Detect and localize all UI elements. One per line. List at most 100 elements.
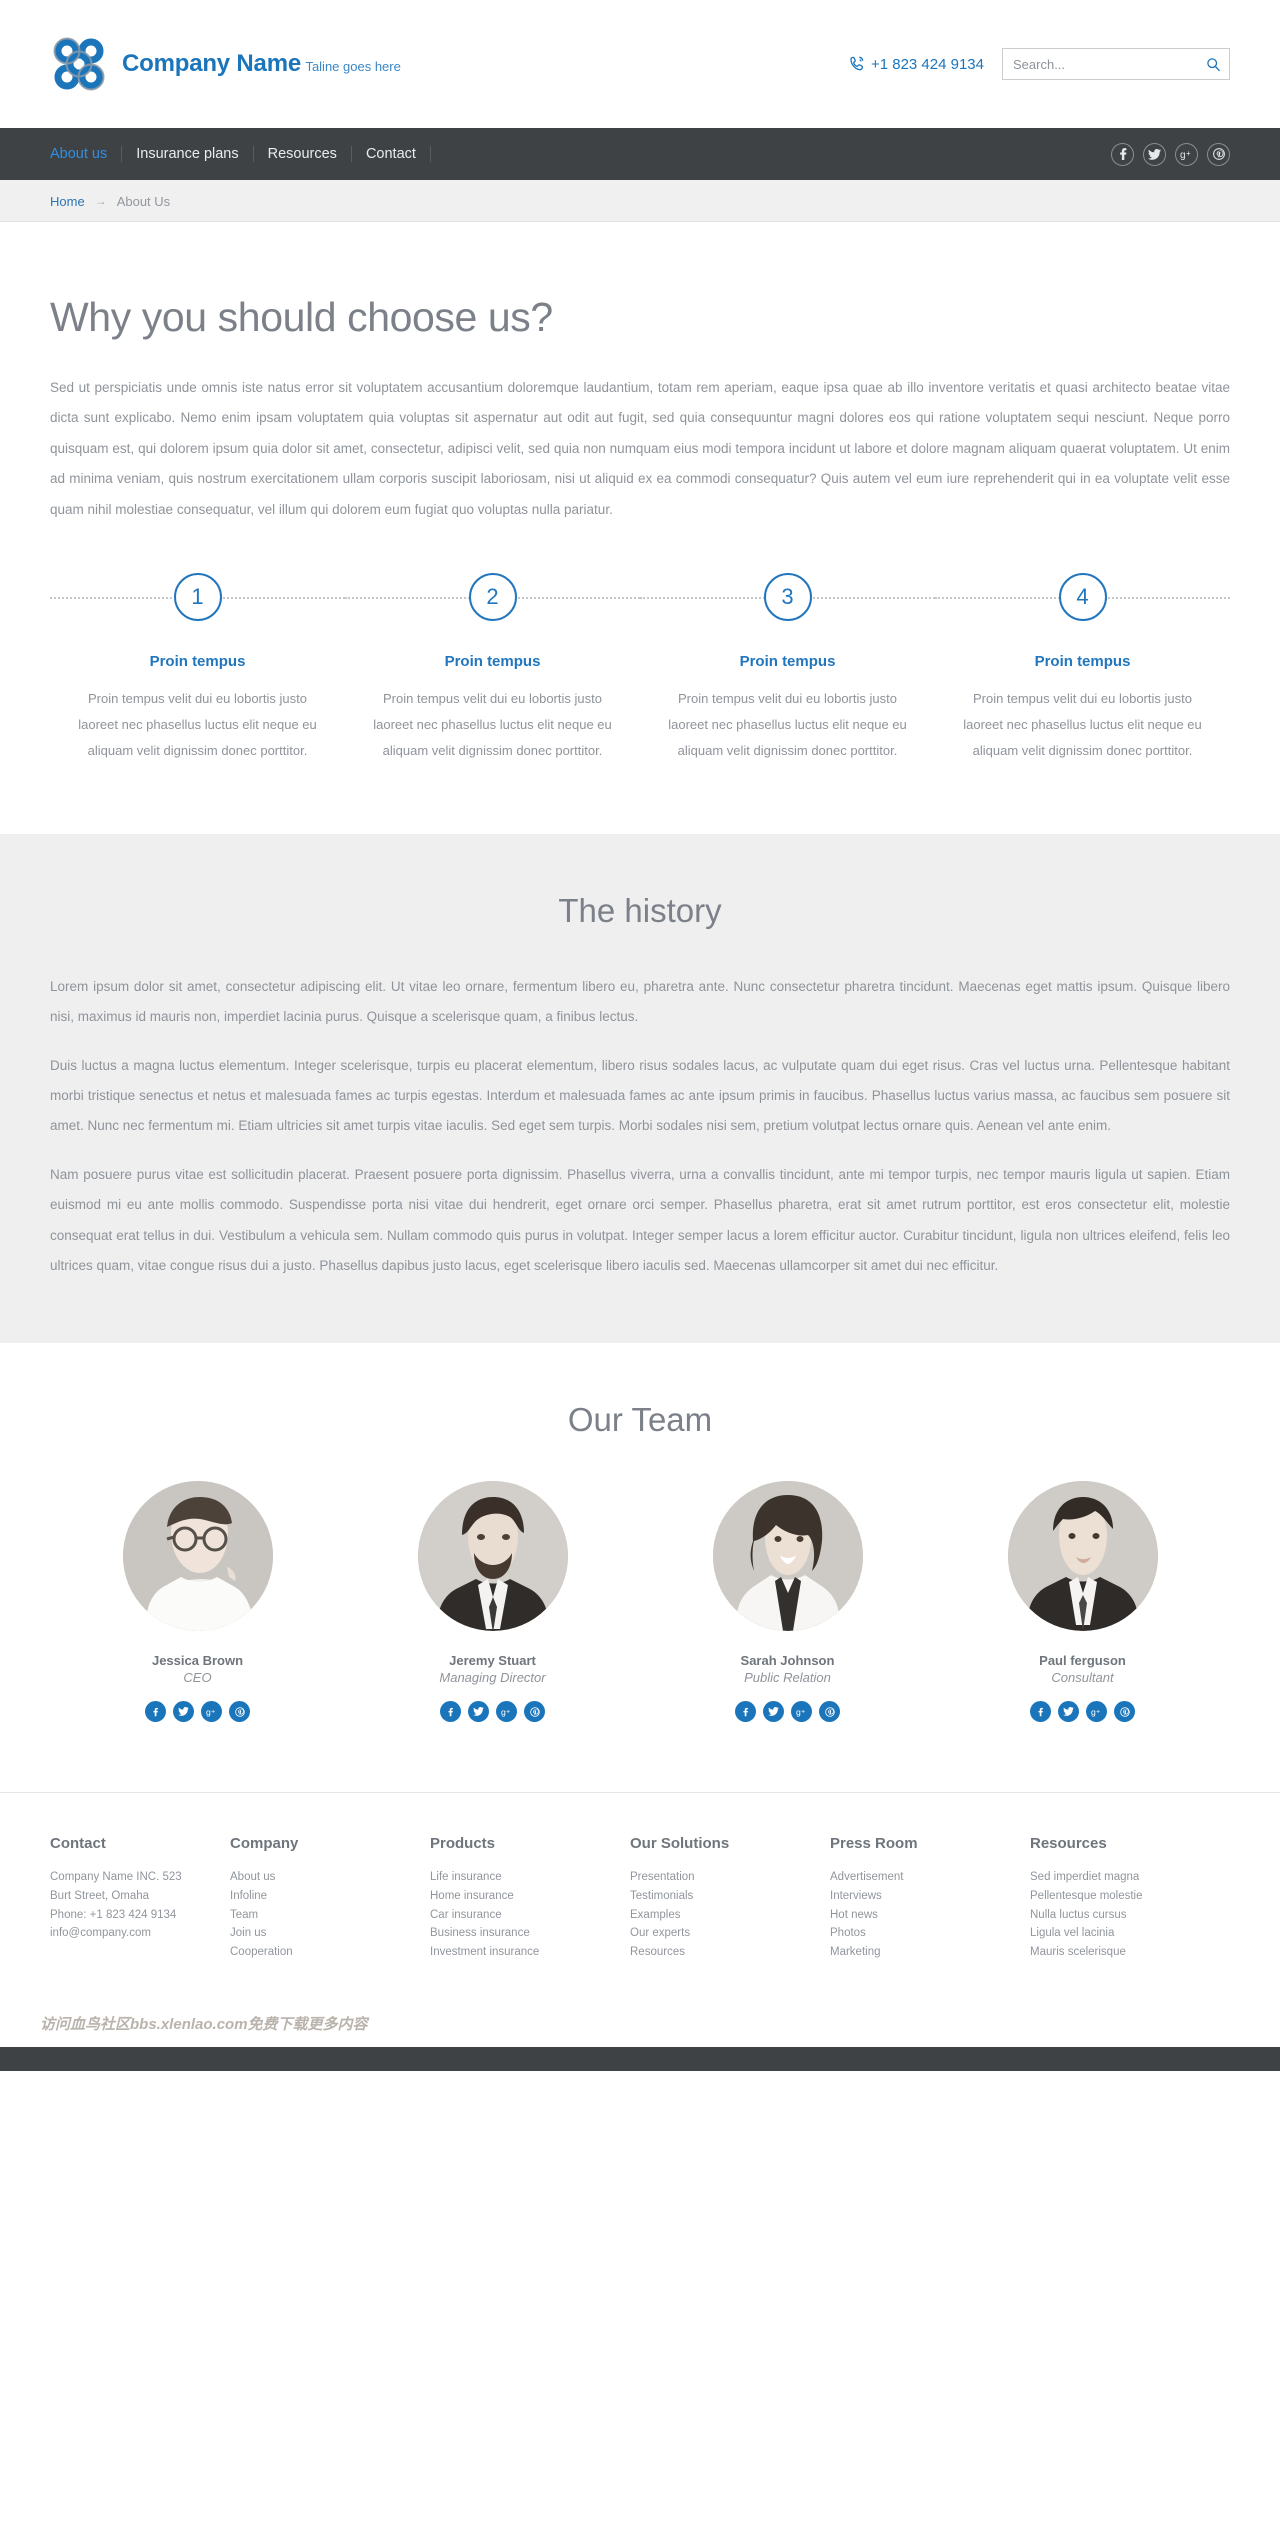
footer-link[interactable]: Marketing — [830, 1943, 1016, 1962]
step-text: Proin tempus velit dui eu lobortis justo… — [668, 690, 907, 758]
step-number-badge: 1 — [173, 572, 222, 621]
footer-heading: Products — [430, 1835, 496, 1853]
footer-link[interactable]: Pellentesque molestie — [1030, 1887, 1216, 1906]
footer-link[interactable]: Infoline — [230, 1887, 416, 1906]
search-input[interactable] — [1013, 56, 1200, 72]
svg-text:+: + — [506, 1708, 510, 1715]
nav-item-resources[interactable]: Resources — [254, 146, 352, 162]
footer-link[interactable]: Life insurance — [430, 1868, 616, 1887]
brand-logo[interactable]: Company Name Taline goes here — [50, 35, 401, 93]
nav-links: About us Insurance plans Resources Conta… — [50, 146, 431, 162]
footer-column-our-solutions: Our Solutions Presentation Testimonials … — [630, 1835, 830, 1961]
footer-heading: Resources — [1030, 1835, 1107, 1853]
brand-tagline: Taline goes here — [305, 59, 401, 75]
step-number-badge: 3 — [763, 572, 812, 621]
footer-link[interactable]: Mauris scelerisque — [1030, 1943, 1216, 1962]
footer-email[interactable]: info@company.com — [50, 1924, 216, 1943]
facebook-icon[interactable] — [145, 1701, 166, 1723]
facebook-icon[interactable] — [735, 1701, 756, 1723]
our-team-section: Our Team Jessica Brown CEO g + Jeremy St… — [0, 1343, 1280, 1793]
svg-text:g: g — [206, 1707, 211, 1717]
googleplus-icon[interactable]: g + — [201, 1701, 222, 1723]
footer-text: Phone: +1 823 424 9134 — [50, 1908, 177, 1921]
site-header: Company Name Taline goes here +1 823 424… — [0, 0, 1280, 128]
svg-text:g: g — [501, 1707, 506, 1717]
avatar — [122, 1481, 273, 1632]
footer-heading: Contact — [50, 1835, 106, 1853]
step-item: 2 Proin tempus Proin tempus velit dui eu… — [345, 569, 640, 764]
phone-number: +1 823 424 9134 — [870, 55, 984, 73]
footer-link[interactable]: Team — [230, 1906, 416, 1925]
footer-link[interactable]: Nulla luctus cursus — [1030, 1906, 1216, 1925]
svg-text:+: + — [801, 1708, 805, 1715]
footer-link[interactable]: About us — [230, 1868, 416, 1887]
footer-link[interactable]: Interviews — [830, 1887, 1016, 1906]
breadcrumb-home[interactable]: Home — [50, 194, 85, 209]
history-paragraph: Duis luctus a magna luctus elementum. In… — [50, 1057, 1230, 1134]
footer-link[interactable]: Resources — [630, 1943, 816, 1962]
member-role: CEO — [183, 1670, 212, 1686]
footer-link[interactable]: Sed imperdiet magna — [1030, 1868, 1216, 1887]
pinterest-icon[interactable] — [1114, 1701, 1135, 1723]
facebook-icon[interactable] — [440, 1701, 461, 1723]
search-button[interactable] — [1206, 57, 1221, 72]
team-title: Our Team — [567, 1401, 713, 1439]
footer-column-company: Company About us Infoline Team Join us C… — [230, 1835, 430, 1961]
member-name: Paul ferguson — [1039, 1653, 1126, 1669]
nav-social-links: g + — [1111, 142, 1230, 166]
nav-item-about-us[interactable]: About us — [50, 146, 123, 162]
breadcrumb-current: About Us — [116, 193, 171, 209]
step-item: 1 Proin tempus Proin tempus velit dui eu… — [50, 569, 345, 764]
pinterest-icon[interactable] — [819, 1701, 840, 1723]
pinterest-icon[interactable] — [1207, 142, 1230, 166]
footer-link[interactable]: Hot news — [830, 1906, 1016, 1925]
googleplus-icon[interactable]: g + — [496, 1701, 517, 1723]
footer-column-products: Products Life insurance Home insurance C… — [430, 1835, 630, 1961]
member-social-links: g + — [640, 1701, 935, 1723]
team-member: Paul ferguson Consultant g + — [935, 1481, 1230, 1723]
footer-link[interactable]: Investment insurance — [430, 1943, 616, 1962]
history-title: The history — [558, 891, 722, 929]
member-social-links: g + — [50, 1701, 345, 1723]
footer-link[interactable]: Advertisement — [830, 1868, 1016, 1887]
member-role: Consultant — [1051, 1670, 1114, 1686]
search-box[interactable] — [1002, 48, 1230, 80]
pinterest-icon[interactable] — [229, 1701, 250, 1723]
step-text: Proin tempus velit dui eu lobortis justo… — [78, 690, 317, 758]
breadcrumb: Home → About Us — [0, 180, 1280, 222]
googleplus-icon[interactable]: g + — [1086, 1701, 1107, 1723]
footer-link[interactable]: Testimonials — [630, 1887, 816, 1906]
nav-item-contact[interactable]: Contact — [352, 146, 431, 162]
footer-link[interactable]: Presentation — [630, 1868, 816, 1887]
footer-link[interactable]: Car insurance — [430, 1906, 616, 1925]
step-number-badge: 2 — [468, 572, 517, 621]
brand-name: Company Name — [122, 50, 301, 78]
footer-link[interactable]: Join us — [230, 1924, 416, 1943]
footer-link[interactable]: Business insurance — [430, 1924, 616, 1943]
footer-link[interactable]: Home insurance — [430, 1887, 616, 1906]
footer-link[interactable]: Ligula vel lacinia — [1030, 1924, 1216, 1943]
twitter-icon[interactable] — [763, 1701, 784, 1723]
facebook-icon[interactable] — [1111, 142, 1134, 166]
twitter-icon[interactable] — [1143, 142, 1166, 166]
header-phone[interactable]: +1 823 424 9134 — [848, 55, 984, 73]
twitter-icon[interactable] — [468, 1701, 489, 1723]
footer-column-press-room: Press Room Advertisement Interviews Hot … — [830, 1835, 1030, 1961]
googleplus-icon[interactable]: g + — [1175, 142, 1198, 166]
nav-item-insurance-plans[interactable]: Insurance plans — [122, 146, 254, 162]
footer-link[interactable]: Examples — [630, 1906, 816, 1925]
footer-link[interactable]: Cooperation — [230, 1943, 416, 1962]
facebook-icon[interactable] — [1030, 1701, 1051, 1723]
avatar — [1007, 1481, 1158, 1632]
footer-link[interactable]: Photos — [830, 1924, 1016, 1943]
footer-column-contact: Contact Company Name INC. 523 Burt Stree… — [50, 1835, 230, 1961]
footer-column-resources: Resources Sed imperdiet magna Pellentesq… — [1030, 1835, 1230, 1961]
twitter-icon[interactable] — [173, 1701, 194, 1723]
member-name: Jeremy Stuart — [449, 1653, 536, 1669]
pinterest-icon[interactable] — [524, 1701, 545, 1723]
footer-link[interactable]: Our experts — [630, 1924, 816, 1943]
twitter-icon[interactable] — [1058, 1701, 1079, 1723]
step-title: Proin tempus — [149, 652, 246, 670]
googleplus-icon[interactable]: g + — [791, 1701, 812, 1723]
avatar — [712, 1481, 863, 1632]
